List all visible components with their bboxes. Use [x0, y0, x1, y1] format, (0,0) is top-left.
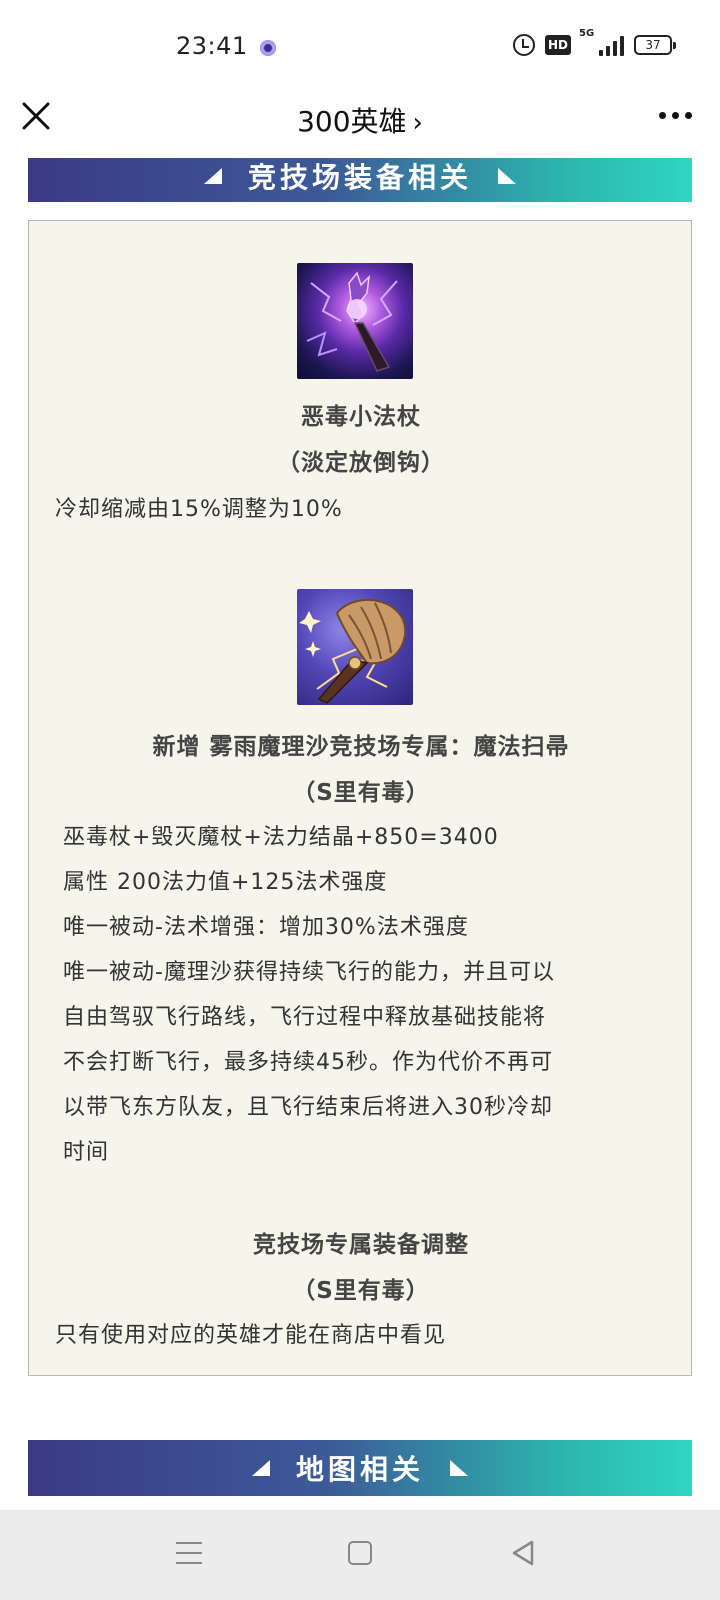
home-icon[interactable] [348, 1541, 372, 1565]
banner-triangle-left-icon [203, 168, 222, 184]
banner-triangle-right-icon [498, 168, 516, 184]
status-time: 23:41 [176, 32, 248, 60]
status-icons: HD 5G 37 [512, 28, 676, 56]
item-description-line: 不会打断飞行，最多持续45秒。作为代价不再可 [63, 1050, 553, 1075]
item-name: 新增 雾雨魔理沙竞技场专属：魔法扫帚 [152, 734, 570, 760]
recent-apps-icon[interactable] [176, 1542, 202, 1564]
section-title: 地图相关 [295, 1453, 424, 1486]
banner-triangle-left-icon [251, 1460, 270, 1476]
alarm-icon [512, 34, 535, 56]
nav-title-link[interactable]: 300英雄 › [0, 100, 720, 140]
page-title: 300英雄 [297, 105, 407, 138]
item-description-line: 只有使用对应的英雄才能在商店中看见 [55, 1323, 447, 1348]
network-type: 5G [579, 28, 595, 39]
item-author: （S里有毒） [292, 1278, 430, 1304]
status-bar: 23:41 HD 5G 37 [0, 0, 720, 96]
item-description-line: 以带飞东方队友，且飞行结束后将进入30秒冷却 [63, 1095, 553, 1120]
back-icon[interactable] [510, 1539, 536, 1567]
hd-icon: HD [544, 35, 571, 55]
app-notification-icon [260, 40, 276, 56]
item-description-line: 冷却缩减由15%调整为10% [55, 497, 343, 522]
battery-icon: 37 [634, 35, 676, 55]
wand-icon [297, 263, 413, 379]
item-description-line: 巫毒杖+毁灭魔杖+法力结晶+850=3400 [63, 825, 499, 850]
item-name: 竞技场专属装备调整 [253, 1232, 469, 1258]
system-nav-bar [0, 1510, 720, 1600]
item-name: 恶毒小法杖 [301, 404, 421, 430]
article-content[interactable]: 竞技场装备相关 恶毒小法杖 （淡定放倒钩） 冷却缩减由15%调整为10% 新增 … [0, 158, 720, 1510]
chevron-right-icon: › [412, 108, 423, 138]
broom-icon [297, 589, 413, 705]
section-banner-arena: 竞技场装备相关 [28, 158, 692, 202]
more-icon[interactable] [659, 112, 692, 119]
section-banner-map: 地图相关 [28, 1440, 692, 1496]
item-description-line: 自由驾驭飞行路线，飞行过程中释放基础技能将 [63, 1005, 547, 1030]
equipment-card: 恶毒小法杖 （淡定放倒钩） 冷却缩减由15%调整为10% 新增 雾雨魔理沙竞技场… [28, 220, 692, 1376]
signal-icon: 5G [579, 28, 624, 56]
item-description-line: 时间 [63, 1140, 110, 1165]
item-description-line: 属性 200法力值+125法术强度 [63, 870, 388, 895]
item-author: （淡定放倒钩） [277, 450, 445, 476]
item-description-line: 唯一被动-法术增强：增加30%法术强度 [63, 915, 469, 940]
banner-triangle-right-icon [450, 1460, 468, 1476]
nav-bar: 300英雄 › [0, 96, 720, 158]
item-author: （S里有毒） [292, 780, 430, 806]
item-description-line: 唯一被动-魔理沙获得持续飞行的能力，并且可以 [63, 960, 555, 985]
section-title: 竞技场装备相关 [247, 161, 472, 194]
